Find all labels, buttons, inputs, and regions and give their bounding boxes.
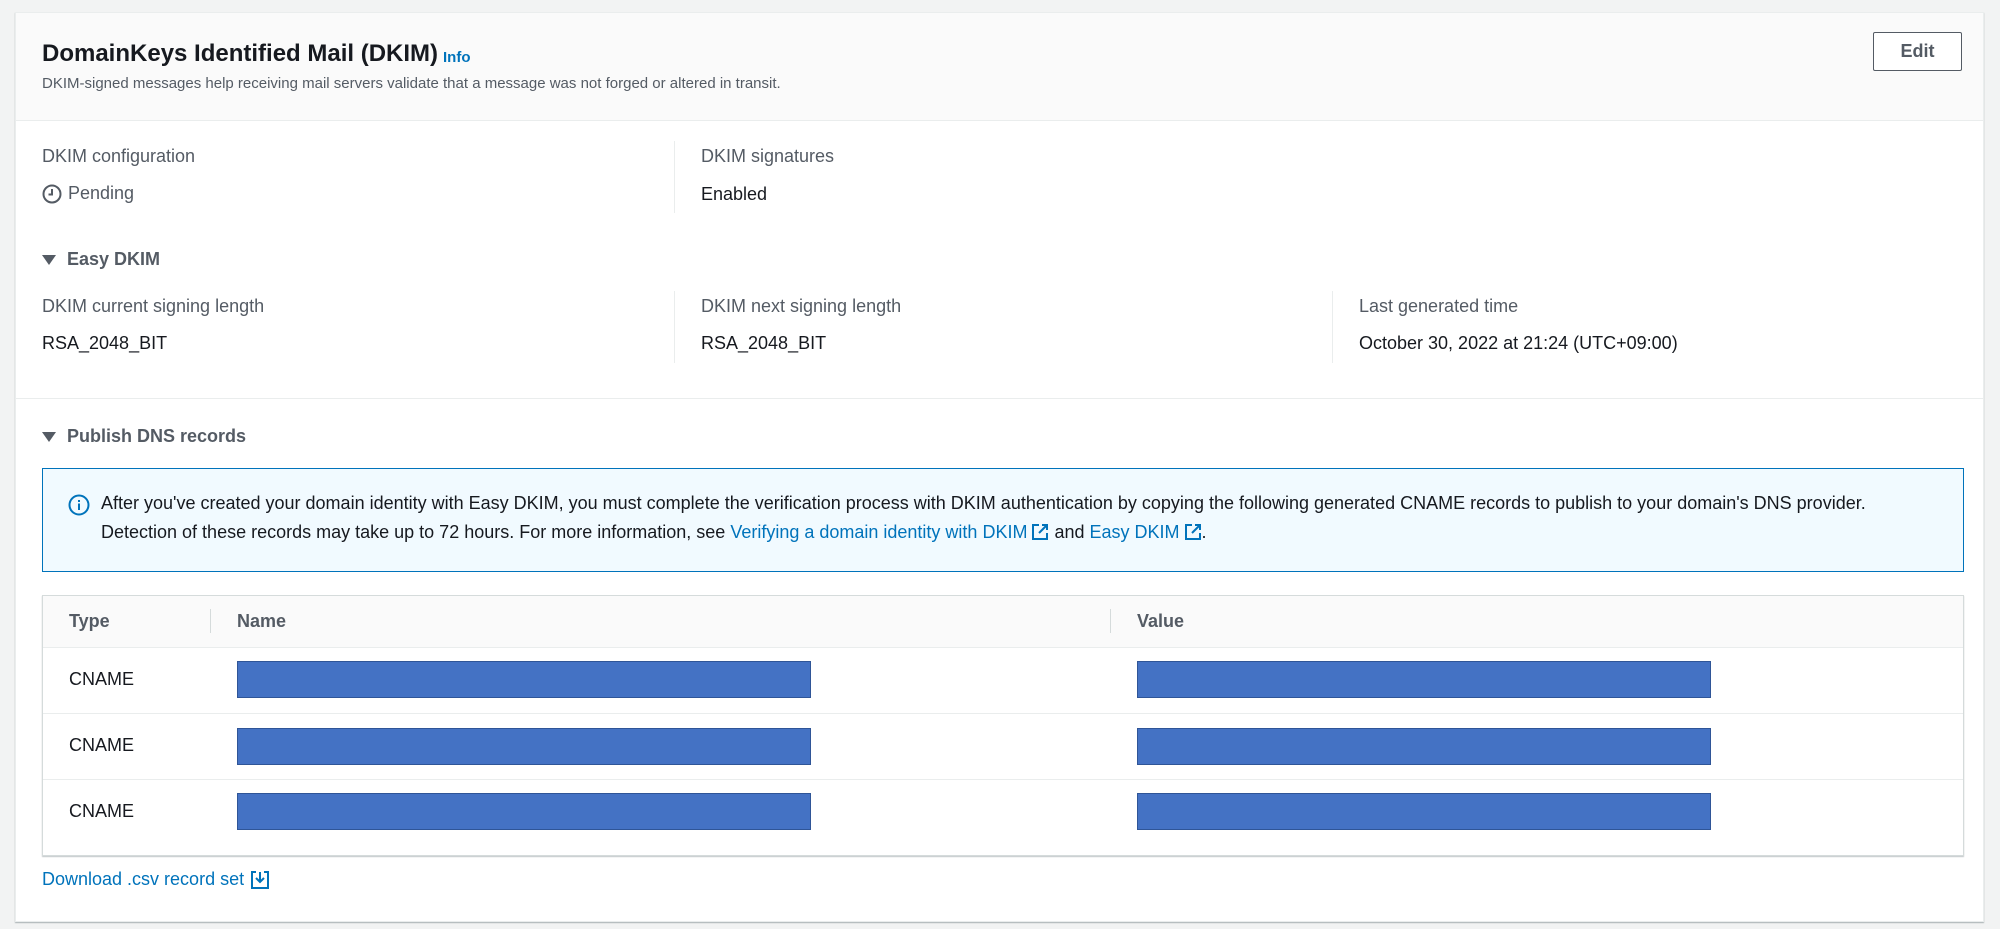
caret-down-icon xyxy=(42,431,56,442)
column-divider xyxy=(674,141,675,213)
info-icon xyxy=(68,494,90,516)
column-divider xyxy=(674,291,675,363)
column-header-type[interactable]: Type xyxy=(69,611,110,632)
dkim-configuration-status: Pending xyxy=(42,183,134,204)
easy-dkim-label: Easy DKIM xyxy=(67,249,161,269)
redacted-value xyxy=(1137,728,1711,765)
column-divider xyxy=(1332,291,1333,363)
column-header-value[interactable]: Value xyxy=(1137,611,1184,632)
dkim-signatures-label: DKIM signatures xyxy=(701,146,835,166)
current-signing-length-label: DKIM current signing length xyxy=(42,296,265,316)
download-csv-link[interactable]: Download .csv record set xyxy=(42,869,270,890)
info-link[interactable]: Info xyxy=(443,49,471,66)
redacted-value xyxy=(1137,793,1711,830)
info-alert: After you've created your domain identit… xyxy=(42,468,1964,572)
caret-down-icon xyxy=(42,254,56,265)
edit-button[interactable]: Edit xyxy=(1873,32,1962,71)
external-link-icon xyxy=(1184,524,1201,540)
download-icon xyxy=(251,870,270,889)
download-csv-label: Download .csv record set xyxy=(42,869,245,889)
publish-dns-label: Publish DNS records xyxy=(67,426,247,446)
alert-text-and: and xyxy=(1049,522,1090,542)
dkim-signatures-value: Enabled xyxy=(701,184,768,204)
easy-dkim-link-text: Easy DKIM xyxy=(1089,522,1180,542)
next-signing-length-value: RSA_2048_BIT xyxy=(701,333,827,353)
verifying-domain-link-text: Verifying a domain identity with DKIM xyxy=(730,522,1028,542)
external-link-icon xyxy=(1032,524,1049,540)
easy-dkim-link[interactable]: Easy DKIM xyxy=(1090,522,1202,542)
last-generated-label: Last generated time xyxy=(1359,296,1519,316)
column-separator xyxy=(1110,609,1111,633)
alert-message: After you've created your domain identit… xyxy=(101,489,1941,547)
record-type: CNAME xyxy=(69,801,135,821)
table-row: CNAME xyxy=(43,779,1963,845)
current-signing-length-value: RSA_2048_BIT xyxy=(42,333,168,353)
table-row: CNAME xyxy=(43,647,1963,714)
record-type: CNAME xyxy=(69,735,135,755)
clock-icon xyxy=(42,184,62,203)
panel-title: DomainKeys Identified Mail (DKIM) xyxy=(42,40,439,67)
panel-header: DomainKeys Identified Mail (DKIM) Info D… xyxy=(16,13,1983,121)
next-signing-length-label: DKIM next signing length xyxy=(701,296,902,316)
column-separator xyxy=(210,609,211,633)
verifying-domain-link[interactable]: Verifying a domain identity with DKIM xyxy=(730,522,1049,542)
alert-text-end: . xyxy=(1201,522,1207,542)
redacted-value xyxy=(1137,661,1711,698)
publish-dns-toggle[interactable]: Publish DNS records xyxy=(42,426,246,447)
dkim-configuration-label: DKIM configuration xyxy=(42,146,196,166)
record-type: CNAME xyxy=(69,669,135,689)
pending-status-text: Pending xyxy=(68,183,135,203)
column-header-name[interactable]: Name xyxy=(237,611,286,632)
redacted-name xyxy=(237,728,811,765)
redacted-name xyxy=(237,793,811,830)
redacted-name xyxy=(237,661,811,698)
section-divider xyxy=(16,398,1983,399)
easy-dkim-toggle[interactable]: Easy DKIM xyxy=(42,249,160,270)
dkim-panel: DomainKeys Identified Mail (DKIM) Info D… xyxy=(15,12,1984,922)
table-header: Type Name Value xyxy=(43,596,1963,648)
panel-description: DKIM-signed messages help receiving mail… xyxy=(42,75,781,92)
table-row: CNAME xyxy=(43,713,1963,780)
last-generated-value: October 30, 2022 at 21:24 (UTC+09:00) xyxy=(1359,333,1678,353)
dns-records-table: Type Name Value CNAME CNAME CNAME xyxy=(42,595,1964,856)
